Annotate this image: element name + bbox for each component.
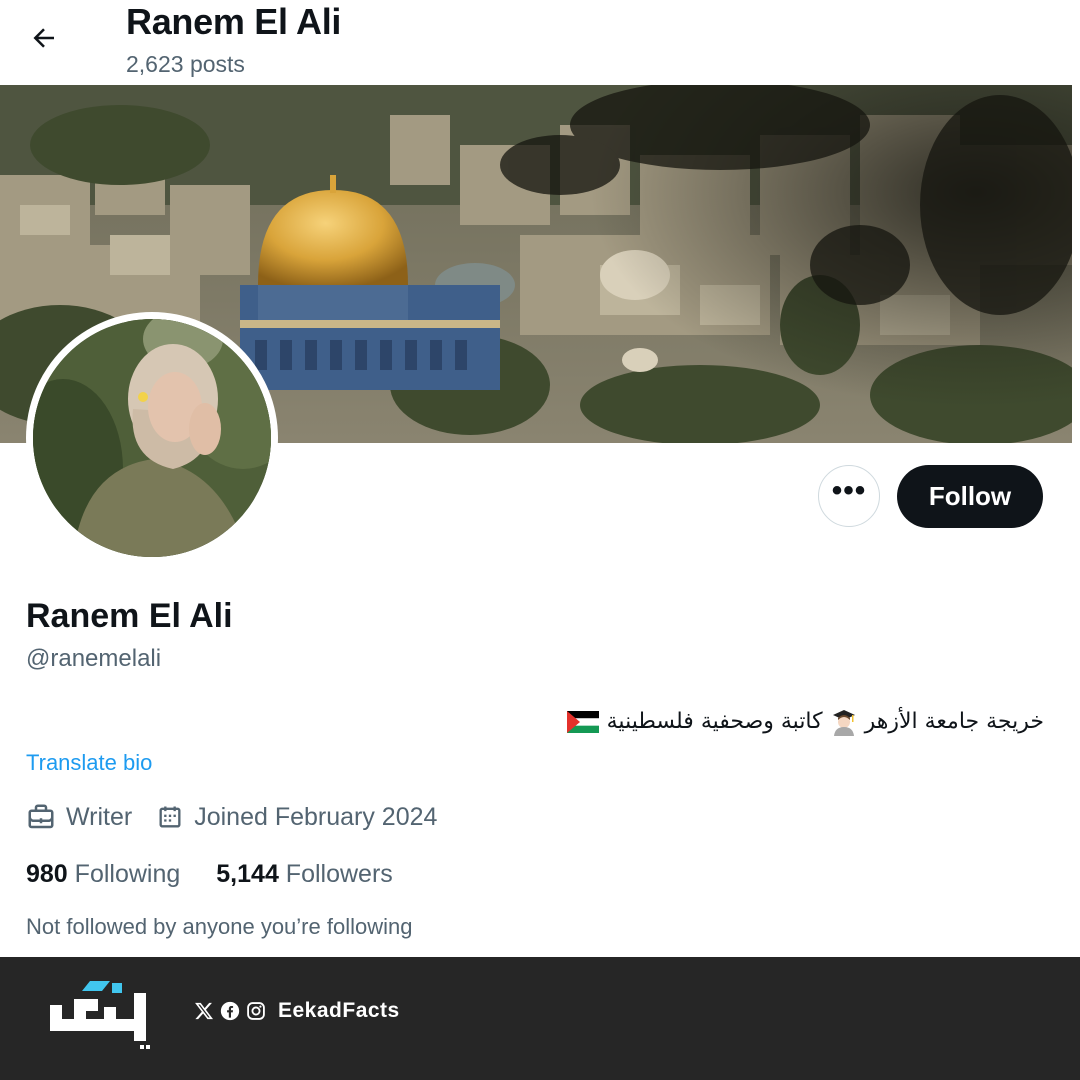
profession-item: Writer bbox=[26, 802, 132, 832]
bio-text-2: كاتبة وصحفية فلسطينية bbox=[606, 709, 823, 734]
calendar-icon bbox=[159, 806, 181, 828]
back-button[interactable] bbox=[24, 18, 64, 58]
follow-stats: 980 Following 5,144 Followers bbox=[26, 858, 429, 890]
profile-bio: خريجة جامعة الأزهر كاتبة وصحفية فلسطينية bbox=[566, 705, 1044, 739]
more-options-icon: ••• bbox=[831, 474, 867, 507]
post-count: 2,623 posts bbox=[126, 51, 245, 77]
social-handle-text: EekadFacts bbox=[278, 999, 400, 1022]
translate-bio-link[interactable]: Translate bio bbox=[26, 748, 152, 778]
x-icon bbox=[195, 1002, 214, 1020]
profile-avatar[interactable] bbox=[26, 312, 278, 564]
following-link[interactable]: 980 Following bbox=[26, 858, 180, 890]
followers-label: Followers bbox=[285, 860, 393, 888]
instagram-icon bbox=[247, 1002, 265, 1020]
mutual-followers-note: Not followed by anyone you’re following bbox=[26, 914, 413, 939]
more-options-button[interactable]: ••• bbox=[818, 465, 880, 527]
following-label: Following bbox=[74, 860, 181, 888]
following-count: 980 bbox=[26, 860, 68, 888]
bio-text-1: خريجة جامعة الأزهر bbox=[864, 709, 1044, 734]
arrow-left-icon bbox=[33, 28, 54, 48]
brand-footer: EekadFacts bbox=[0, 957, 1080, 1080]
briefcase-icon bbox=[28, 804, 54, 829]
joined-item: Joined February 2024 bbox=[156, 803, 437, 832]
facebook-icon bbox=[220, 1001, 240, 1021]
eekad-logo bbox=[50, 981, 150, 1049]
profile-page: Ranem El Ali 2,623 posts ••• Follow Rane… bbox=[0, 0, 1080, 1080]
social-handles: EekadFacts bbox=[194, 999, 400, 1023]
followers-count: 5,144 bbox=[216, 860, 279, 888]
profile-header: Ranem El Ali 2,623 posts bbox=[0, 0, 1080, 85]
follow-button[interactable]: Follow bbox=[897, 465, 1043, 528]
profession-label: Writer bbox=[66, 802, 133, 831]
avatar-image bbox=[33, 319, 271, 557]
followers-link[interactable]: 5,144 Followers bbox=[216, 858, 393, 890]
student-emoji-icon bbox=[832, 710, 855, 736]
palestine-flag-icon bbox=[566, 711, 599, 733]
profile-display-name: Ranem El Ali bbox=[26, 597, 233, 635]
profile-handle: @ranemelali bbox=[26, 645, 162, 672]
header-title: Ranem El Ali bbox=[126, 1, 342, 42]
joined-date: Joined February 2024 bbox=[194, 802, 438, 831]
profile-meta: Writer Joined February 2024 bbox=[26, 800, 461, 834]
